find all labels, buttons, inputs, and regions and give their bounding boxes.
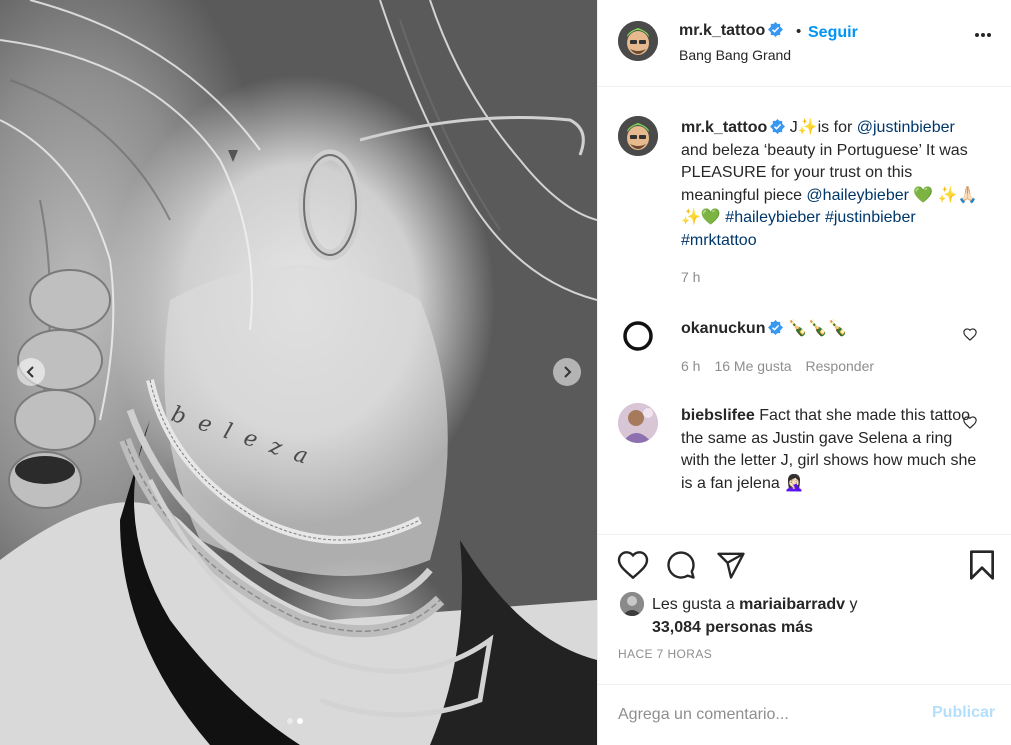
comments-list[interactable]: mr.k_tattoo J✨is for @justinbieber and b…: [598, 88, 1011, 534]
hashtag-link[interactable]: #mrktattoo: [681, 232, 757, 249]
reply-button[interactable]: Responder: [806, 358, 875, 374]
likes-count[interactable]: 33,084 personas más: [652, 619, 813, 636]
verified-badge-icon: [768, 22, 784, 37]
comment-meta: 6 h 16 Me gusta Responder: [681, 358, 888, 374]
follow-button[interactable]: Seguir: [808, 24, 858, 42]
mention-link[interactable]: @haileybieber: [806, 187, 909, 204]
memoji-avatar-icon: [618, 21, 658, 61]
caption-author-avatar[interactable]: [618, 116, 658, 156]
heart-icon[interactable]: [963, 328, 977, 341]
comment-body: 🍾🍾🍾: [787, 320, 848, 337]
comment-icon[interactable]: [666, 550, 696, 580]
liker-avatar[interactable]: [620, 592, 644, 616]
verified-badge-icon: [768, 320, 784, 335]
photo-avatar-icon: [618, 403, 658, 443]
post-photo[interactable]: beleza: [0, 0, 597, 745]
mention-link[interactable]: @justinbieber: [857, 119, 955, 136]
post-actions: Les gusta a mariaibarradv y 33,084 perso…: [598, 534, 1011, 684]
likes-connector: y: [845, 596, 858, 613]
comment-text: biebslifee Fact that she made this tatto…: [681, 405, 981, 495]
chevron-right-icon: [564, 366, 572, 378]
hashtag-link[interactable]: #justinbieber: [825, 209, 916, 226]
chevron-left-icon: [26, 366, 34, 378]
comment-input[interactable]: [618, 703, 908, 727]
neck-tattoo-text: beleza: [168, 402, 324, 474]
caption-username[interactable]: mr.k_tattoo: [681, 119, 767, 136]
bookmark-icon[interactable]: [968, 549, 996, 581]
comment-time[interactable]: 6 h: [681, 358, 700, 374]
likes-summary: Les gusta a mariaibarradv y 33,084 perso…: [652, 593, 912, 639]
photo-avatar-icon: [620, 592, 644, 616]
comment-username[interactable]: biebslifee: [681, 407, 755, 424]
publish-button[interactable]: Publicar: [932, 704, 995, 722]
verified-badge-icon: [770, 119, 786, 134]
ring-avatar-icon: [621, 319, 655, 353]
comment-likes[interactable]: 16 Me gusta: [714, 358, 791, 374]
share-icon[interactable]: [716, 550, 746, 580]
memoji-avatar-icon: [618, 116, 658, 156]
post-location[interactable]: Bang Bang Grand: [679, 47, 791, 63]
caption-body-1: J✨is for: [789, 119, 857, 136]
previous-slide-button[interactable]: [17, 358, 45, 386]
post-header: mr.k_tattoo • Seguir Bang Bang Grand: [598, 0, 1011, 87]
header-separator: •: [796, 23, 802, 40]
author-username-text: mr.k_tattoo: [679, 22, 766, 39]
heart-icon[interactable]: [617, 550, 649, 580]
more-options-icon[interactable]: [974, 32, 992, 38]
add-comment-bar: Publicar: [598, 684, 1011, 745]
caption-meta: 7 h: [681, 269, 714, 285]
comment-text: okanuckun 🍾🍾🍾: [681, 318, 981, 341]
post-timestamp[interactable]: Hace 7 horas: [618, 647, 712, 661]
slide-indicator: [287, 718, 303, 724]
heart-icon[interactable]: [963, 416, 977, 429]
slide-dot: [287, 718, 293, 724]
slide-dot-active: [297, 718, 303, 724]
comment-username[interactable]: okanuckun: [681, 320, 765, 337]
caption-text: mr.k_tattoo J✨is for @justinbieber and b…: [681, 117, 981, 252]
next-slide-button[interactable]: [553, 358, 581, 386]
author-username[interactable]: mr.k_tattoo: [679, 22, 784, 40]
caption-time[interactable]: 7 h: [681, 269, 700, 285]
comment-avatar[interactable]: [618, 403, 658, 443]
liker-username[interactable]: mariaibarradv: [739, 596, 845, 613]
likes-prefix: Les gusta a: [652, 596, 740, 613]
author-avatar[interactable]: [618, 21, 658, 61]
post-side-panel: mr.k_tattoo • Seguir Bang Bang Grand mr.…: [597, 0, 1011, 745]
neck-tattoo: beleza: [168, 402, 324, 474]
comment-avatar[interactable]: [618, 316, 658, 356]
hashtag-link[interactable]: #haileybieber: [725, 209, 820, 226]
